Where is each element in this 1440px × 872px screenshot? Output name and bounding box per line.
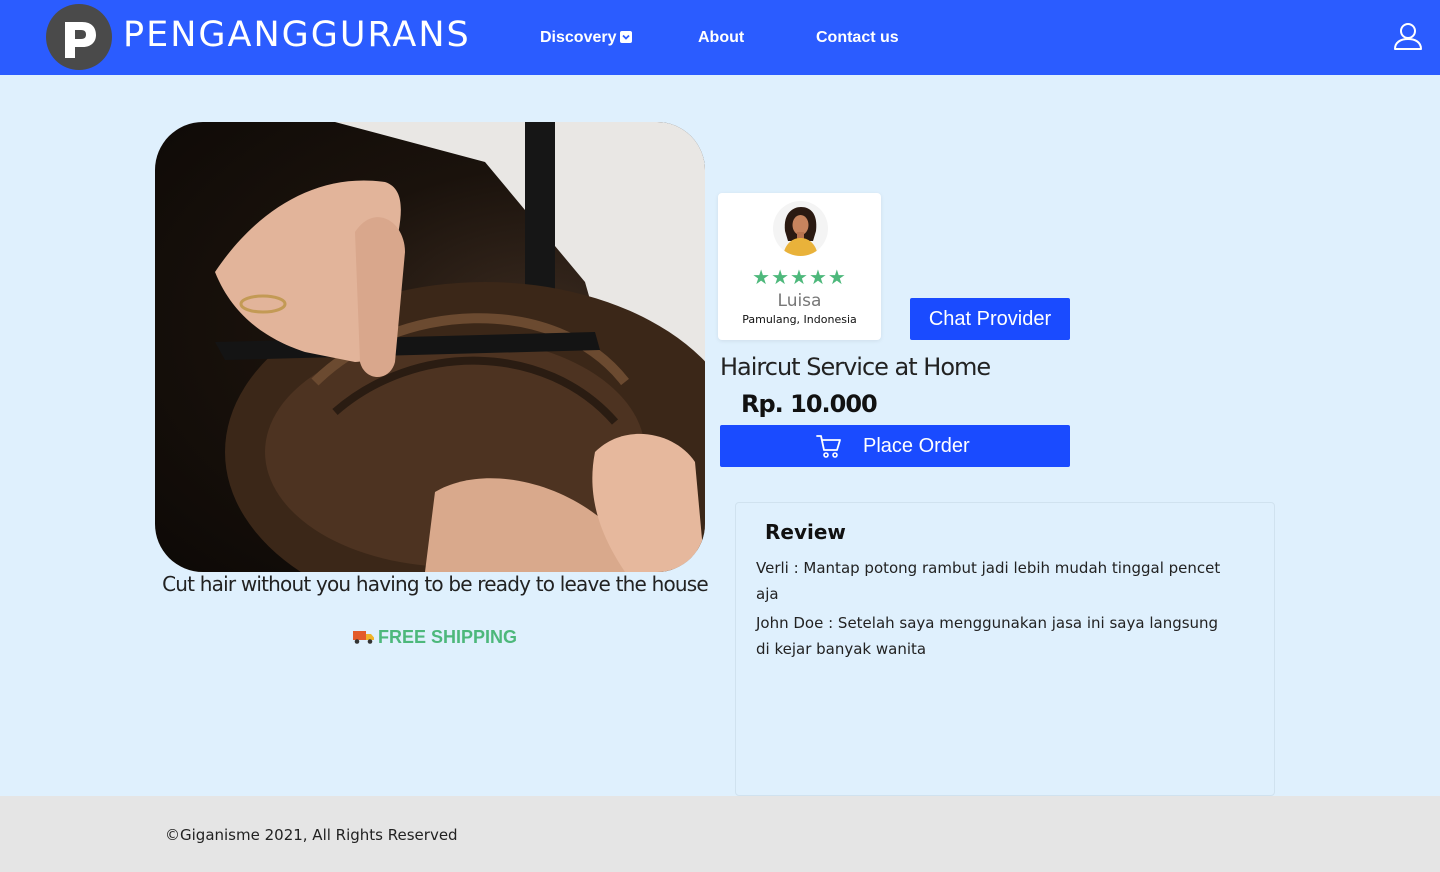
footer: ©Giganisme 2021, All Rights Reserved <box>0 796 1440 872</box>
logo-icon <box>65 22 96 58</box>
nav-about[interactable]: About <box>698 28 744 48</box>
provider-location: Pamulang, Indonesia <box>742 313 857 326</box>
user-icon[interactable] <box>1392 20 1424 52</box>
review-item: Verli : Mantap potong rambut jadi lebih … <box>756 559 1221 603</box>
review-heading: Review <box>765 520 846 544</box>
logo[interactable] <box>46 4 112 70</box>
service-image <box>155 122 705 572</box>
navbar: PENGANGGURANS Discovery About Contact us <box>0 0 1440 75</box>
review-section: Review Verli : Mantap potong rambut jadi… <box>735 502 1275 796</box>
service-price: Rp. 10.000 <box>741 390 878 418</box>
chat-provider-button[interactable]: Chat Provider <box>910 298 1070 340</box>
free-shipping-text: FREE SHIPPING <box>377 627 518 647</box>
service-tagline: Cut hair without you having to be ready … <box>162 572 709 596</box>
copyright-text: ©Giganisme 2021, All Rights Reserved <box>165 826 458 844</box>
nav-discovery[interactable]: Discovery <box>540 28 617 48</box>
service-title: Haircut Service at Home <box>720 353 991 381</box>
brand-name[interactable]: PENGANGGURANS <box>123 14 471 56</box>
cart-icon <box>816 433 842 463</box>
provider-name[interactable]: Luisa <box>718 291 881 311</box>
nav-contact-us[interactable]: Contact us <box>816 28 899 48</box>
review-item: John Doe : Setelah saya menggunakan jasa… <box>756 614 1219 658</box>
chevron-down-icon[interactable] <box>620 31 632 43</box>
truck-icon <box>352 628 375 650</box>
provider-card[interactable]: ★★★★★ Luisa Pamulang, Indonesia <box>718 193 881 340</box>
place-order-button[interactable]: Place Order <box>720 425 1070 467</box>
avatar <box>773 201 828 256</box>
place-order-label: Place Order <box>863 435 970 457</box>
rating-stars: ★★★★★ <box>752 265 847 289</box>
free-shipping-label: FREE SHIPPING <box>160 626 710 650</box>
